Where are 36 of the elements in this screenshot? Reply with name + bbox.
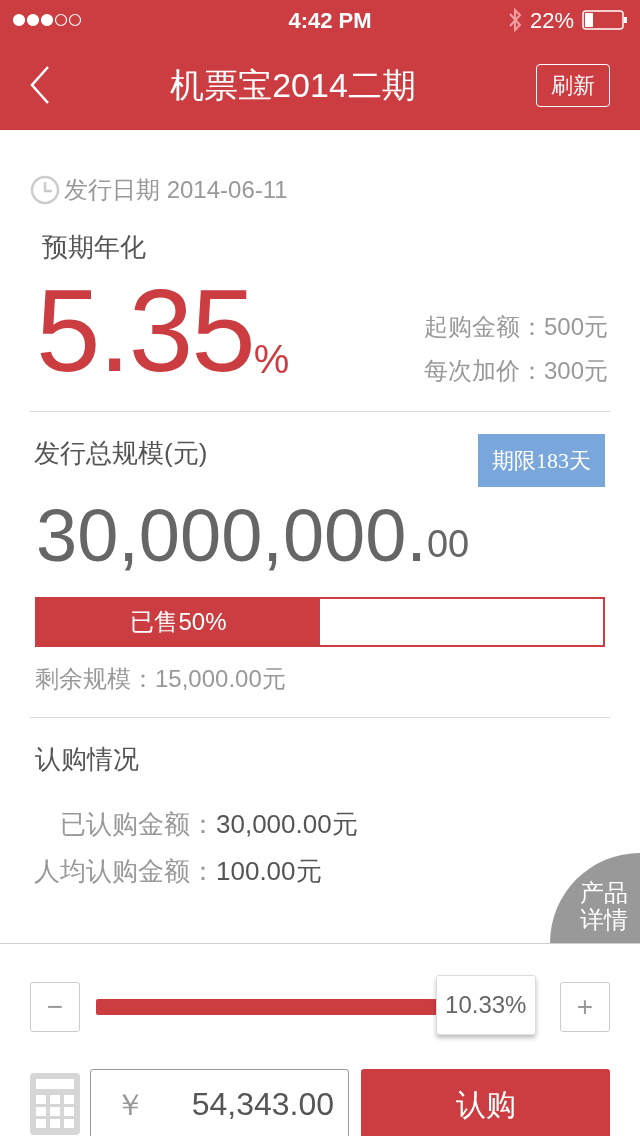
sold-progress-fill: 已售50% <box>37 599 320 645</box>
term-value: 500元 <box>543 312 608 342</box>
term-label: 每次加价： <box>423 356 544 386</box>
total-amount: 30,000,000. <box>36 499 427 573</box>
slider-thumb[interactable]: 10.33% <box>435 975 536 1035</box>
status-time: 4:42 PM <box>288 6 372 35</box>
amount-decimals: 00 <box>426 522 470 567</box>
subscription-title: 认购情况 <box>35 744 139 774</box>
yield-value: 5.35 <box>36 273 254 389</box>
yield-unit: % <box>253 336 290 383</box>
bluetooth-icon <box>507 8 522 32</box>
subscribe-button[interactable]: 认购 <box>361 1069 610 1136</box>
term-label: 起购金额： <box>423 312 544 342</box>
battery-percentage: 22% <box>529 6 574 35</box>
amount-input[interactable]: 54,343.00 <box>145 1079 336 1129</box>
term-value: 300元 <box>543 356 608 386</box>
subscription-label: 已认购金额： <box>59 808 216 841</box>
clock-icon <box>30 175 60 205</box>
subscription-value: 100.00元 <box>216 855 322 888</box>
remaining-scale: 剩余规模：15,000.00元 <box>35 665 286 692</box>
term-badge: 期限183天 <box>478 434 605 487</box>
signal-strength-icon <box>12 13 82 27</box>
page-title: 机票宝2014二期 <box>170 64 416 106</box>
battery-icon <box>582 10 628 30</box>
total-scale-label: 发行总规模(元) <box>34 437 208 470</box>
product-details-button[interactable]: 产品 详情 <box>550 853 640 943</box>
subscription-value: 30,000.00元 <box>216 808 358 841</box>
decrease-button[interactable]: − <box>30 982 80 1032</box>
subscription-label: 人均认购金额： <box>33 855 216 888</box>
slider-track[interactable]: 10.33% <box>96 975 544 1039</box>
issue-date: 发行日期 2014-06-11 <box>64 175 288 205</box>
yield-label: 预期年化 <box>42 232 146 262</box>
amount-input-field[interactable]: ￥ 54,343.00 <box>90 1069 349 1136</box>
refresh-button[interactable]: 刷新 <box>536 63 610 107</box>
back-icon[interactable] <box>30 66 50 104</box>
increase-button[interactable]: + <box>560 982 610 1032</box>
